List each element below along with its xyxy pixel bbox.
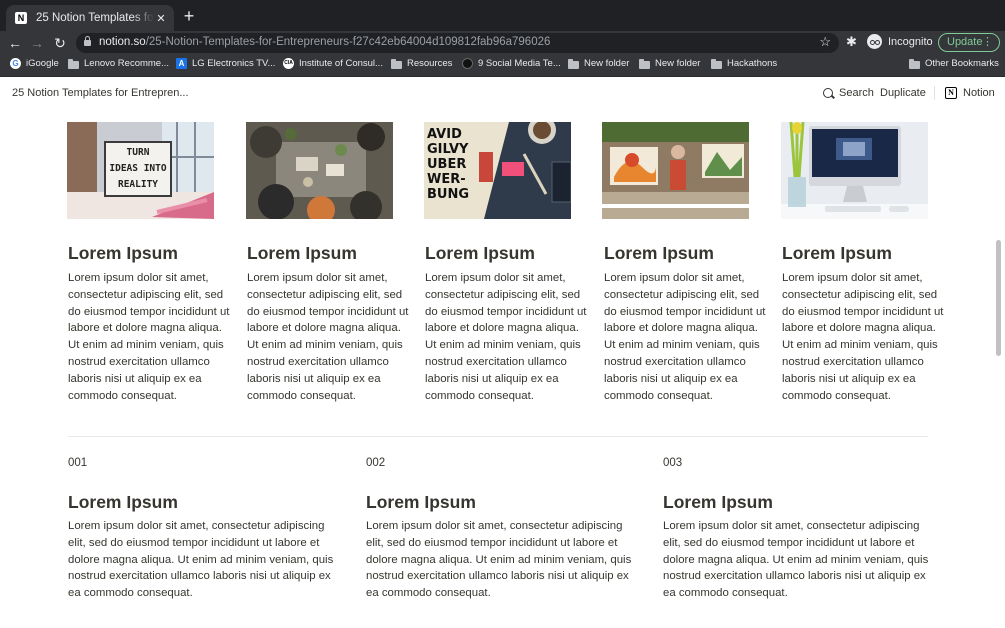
google-icon: G [10, 58, 21, 69]
ioc-icon: CIA [283, 58, 294, 69]
bookmark-label: Resources [407, 58, 453, 69]
folder-icon [568, 58, 579, 69]
column-3-title: Lorem Ipsum [425, 243, 535, 263]
item-number-001: 001 [68, 457, 88, 469]
new-tab-button[interactable]: + [180, 6, 198, 26]
notion-brand-label: Notion [963, 87, 995, 99]
incognito-icon [867, 34, 882, 49]
folder-icon [711, 58, 722, 69]
team-meeting-image [246, 122, 393, 219]
book-cover-text-1: AVID [427, 127, 462, 142]
duplicate-label: Duplicate [880, 87, 926, 99]
notion-topbar: 25 Notion Templates for Entrepren... Sea… [0, 78, 1005, 108]
folder-icon [391, 58, 402, 69]
lightbox-text-line-3: REALITY [118, 179, 158, 190]
numbered-2-body: Lorem ipsum dolor sit amet, consectetur … [366, 520, 632, 600]
numbered-3-body: Lorem ipsum dolor sit amet, consectetur … [663, 520, 929, 600]
lightbox-text-line-1: TURN [127, 147, 150, 158]
book-cover-text-4: WER- [427, 172, 466, 187]
notion-logo-icon: N [945, 87, 957, 99]
topbar-divider [934, 86, 935, 100]
folder-icon [909, 58, 920, 69]
menu-dots-icon[interactable]: ⋮ [982, 34, 993, 51]
book-cover-text-3: UBER [427, 157, 466, 172]
item-number-003: 003 [663, 457, 683, 469]
bookmark-lg-electronics[interactable]: A LG Electronics TV... [176, 58, 275, 69]
site-icon [462, 58, 473, 69]
painter-image [602, 122, 749, 219]
lock-icon[interactable] [84, 36, 91, 46]
back-arrow-icon[interactable]: ← [5, 33, 25, 53]
incognito-label: Incognito [888, 35, 933, 48]
column-1-body: Lorem ipsum dolor sit amet, consectetur … [68, 272, 230, 402]
turn-ideas-image: TURN IDEAS INTO REALITY [67, 122, 214, 219]
column-4-body: Lorem ipsum dolor sit amet, consectetur … [604, 272, 766, 402]
item-number-002: 002 [366, 457, 386, 469]
bookmark-label: iGoogle [26, 58, 59, 69]
breadcrumb[interactable]: 25 Notion Templates for Entrepren... [12, 87, 189, 99]
browser-tab-strip: N 25 Notion Templates for Entrepreneurs … [0, 0, 1005, 31]
bookmark-other[interactable]: Other Bookmarks [909, 58, 999, 69]
browser-toolbar: ← → ↻ notion.so/25-Notion-Templates-for-… [0, 31, 1005, 55]
url-text: notion.so/25-Notion-Templates-for-Entrep… [99, 36, 551, 48]
update-label: Update [947, 36, 983, 48]
book-cover-text-2: GILVY [427, 142, 469, 157]
folder-icon [68, 58, 79, 69]
book-on-desk-image: AVID GILVY UBER WER- BUNG [424, 122, 571, 219]
column-2-body: Lorem ipsum dolor sit amet, consectetur … [247, 272, 409, 402]
reload-icon[interactable]: ↻ [50, 33, 70, 53]
numbered-3-title: Lorem Ipsum [663, 492, 773, 512]
update-button[interactable]: Update ⋮ [938, 33, 1000, 52]
page-scrollbar[interactable] [996, 240, 1001, 356]
bookmark-label: New folder [584, 58, 630, 69]
bookmark-folder-resources[interactable]: Resources [391, 58, 452, 69]
bookmark-label: 9 Social Media Te... [478, 58, 561, 69]
notion-brand-button[interactable]: N Notion [945, 87, 995, 99]
column-5-body: Lorem ipsum dolor sit amet, consectetur … [782, 272, 944, 402]
incognito-profile[interactable]: Incognito [867, 34, 933, 49]
bookmark-label: LG Electronics TV... [192, 58, 276, 69]
folder-icon [639, 58, 650, 69]
bookmark-institute[interactable]: CIA Institute of Consul... [283, 58, 383, 69]
tab-close-icon[interactable]: ✕ [154, 12, 168, 25]
bookmark-folder-new-2[interactable]: New folder [639, 58, 700, 69]
column-4-title: Lorem Ipsum [604, 243, 714, 263]
notion-favicon-icon: N [15, 12, 27, 24]
numbered-1-title: Lorem Ipsum [68, 492, 178, 512]
numbered-2-title: Lorem Ipsum [366, 492, 476, 512]
bookmark-label: Other Bookmarks [925, 58, 999, 69]
bookmark-folder-lenovo[interactable]: Lenovo Recomme... [68, 58, 169, 69]
bookmark-social-media[interactable]: 9 Social Media Te... [462, 58, 561, 69]
column-2-title: Lorem Ipsum [247, 243, 357, 263]
bookmarks-bar: G iGoogle Lenovo Recomme... A LG Electro… [0, 55, 1005, 77]
duplicate-button[interactable]: Duplicate [880, 87, 926, 99]
search-label: Search [839, 87, 874, 99]
forward-arrow-icon[interactable]: → [27, 33, 47, 53]
bookmark-label: Lenovo Recomme... [84, 58, 170, 69]
column-5-title: Lorem Ipsum [782, 243, 892, 263]
puzzle-icon[interactable]: ✱ [846, 34, 857, 50]
lg-icon: A [176, 58, 187, 69]
numbered-1-body: Lorem ipsum dolor sit amet, consectetur … [68, 520, 334, 600]
column-3-body: Lorem ipsum dolor sit amet, consectetur … [425, 272, 587, 402]
bookmark-igoogle[interactable]: G iGoogle [10, 58, 59, 69]
bookmark-folder-hackathons[interactable]: Hackathons [711, 58, 777, 69]
tab-title: 25 Notion Templates for Entrepreneurs [36, 12, 154, 24]
search-icon [823, 88, 833, 98]
column-1-title: Lorem Ipsum [68, 243, 178, 263]
bookmark-folder-new-1[interactable]: New folder [568, 58, 629, 69]
bookmark-label: New folder [655, 58, 701, 69]
imac-desk-image [781, 122, 928, 219]
bookmark-star-icon[interactable]: ☆ [819, 34, 831, 50]
bookmark-label: Hackathons [727, 58, 778, 69]
section-divider [68, 436, 928, 437]
browser-tab[interactable]: N 25 Notion Templates for Entrepreneurs … [6, 5, 174, 31]
bookmark-label: Institute of Consul... [299, 58, 383, 69]
search-button[interactable]: Search [823, 87, 874, 99]
lightbox-text-line-2: IDEAS INTO [109, 163, 166, 174]
address-bar[interactable]: notion.so/25-Notion-Templates-for-Entrep… [76, 33, 839, 53]
book-cover-text-5: BUNG [427, 187, 469, 202]
